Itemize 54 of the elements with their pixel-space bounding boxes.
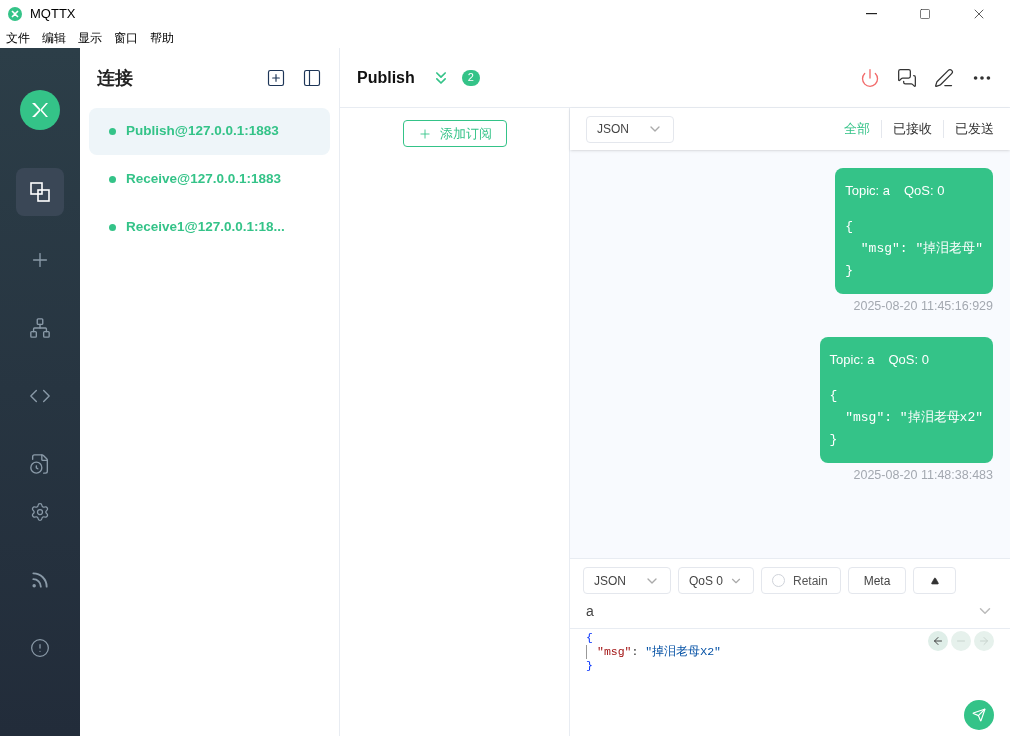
edit-icon[interactable] <box>934 67 954 88</box>
topic-input[interactable]: a <box>586 600 976 622</box>
format-select[interactable]: JSON <box>586 115 674 143</box>
windows-icon <box>29 181 51 203</box>
menu-item[interactable]: 窗口 <box>114 28 138 47</box>
message-qos: QoS: 0 <box>888 351 929 370</box>
message-topic: Topic: a <box>829 351 875 370</box>
app-logo <box>20 90 60 130</box>
arrow-left-icon <box>932 635 944 647</box>
triangle-icon <box>930 576 939 585</box>
payload-line: "msg": "掉泪老母" <box>859 239 983 258</box>
arrow-right-icon <box>978 635 990 647</box>
collapse-button[interactable] <box>913 567 956 594</box>
payload-line: { <box>829 386 839 405</box>
payload-line: } <box>829 430 839 449</box>
send-button[interactable] <box>964 700 994 730</box>
message-time: 2025-08-20 11:45:16:929 <box>853 297 993 315</box>
panel-title: 连接 <box>97 66 134 90</box>
retain-checkbox[interactable]: Retain <box>761 567 841 594</box>
message-topic: Topic: a <box>845 182 890 200</box>
log-icon <box>29 453 51 475</box>
nav-button[interactable] <box>16 168 64 216</box>
history-back-button[interactable] <box>928 631 948 651</box>
payload-editor[interactable]: { "msg": "掉泪老母X2" } <box>586 631 928 673</box>
network-icon <box>29 317 51 339</box>
payload-line: { <box>845 217 854 236</box>
send-icon <box>972 708 986 722</box>
meta-button[interactable]: Meta <box>848 567 906 594</box>
menu-item[interactable]: 文件 <box>6 28 30 47</box>
message-time: 2025-08-20 11:48:38:483 <box>853 466 993 484</box>
power-icon[interactable] <box>860 67 880 88</box>
maximize-icon <box>919 7 931 20</box>
menu-item[interactable]: 编辑 <box>42 28 66 47</box>
new-connection-icon[interactable] <box>266 68 286 88</box>
payload-line: "msg": "掉泪老母x2" <box>844 408 983 427</box>
connection-title: Publish <box>357 67 415 88</box>
panel-toggle-icon[interactable] <box>302 68 322 88</box>
plus-icon <box>417 126 432 141</box>
message-qos: QoS: 0 <box>904 182 945 200</box>
minimize-icon <box>865 12 877 15</box>
qos-select[interactable]: QoS 0 <box>678 567 754 594</box>
menu-item[interactable]: 显示 <box>78 28 102 47</box>
payload-line: } <box>845 261 854 280</box>
messages-icon[interactable] <box>897 67 917 88</box>
settings-icon <box>30 502 50 522</box>
count-badge: 2 <box>461 69 480 86</box>
info-icon <box>30 638 50 658</box>
filter-tab[interactable]: 已发送 <box>943 119 994 139</box>
filter-tab[interactable]: 已接收 <box>881 119 943 139</box>
menu-item[interactable]: 帮助 <box>150 28 174 47</box>
format-select[interactable]: JSON <box>583 567 671 594</box>
feed-icon <box>30 570 50 590</box>
app-logo <box>8 6 22 21</box>
window-title: MQTTX <box>30 4 76 23</box>
